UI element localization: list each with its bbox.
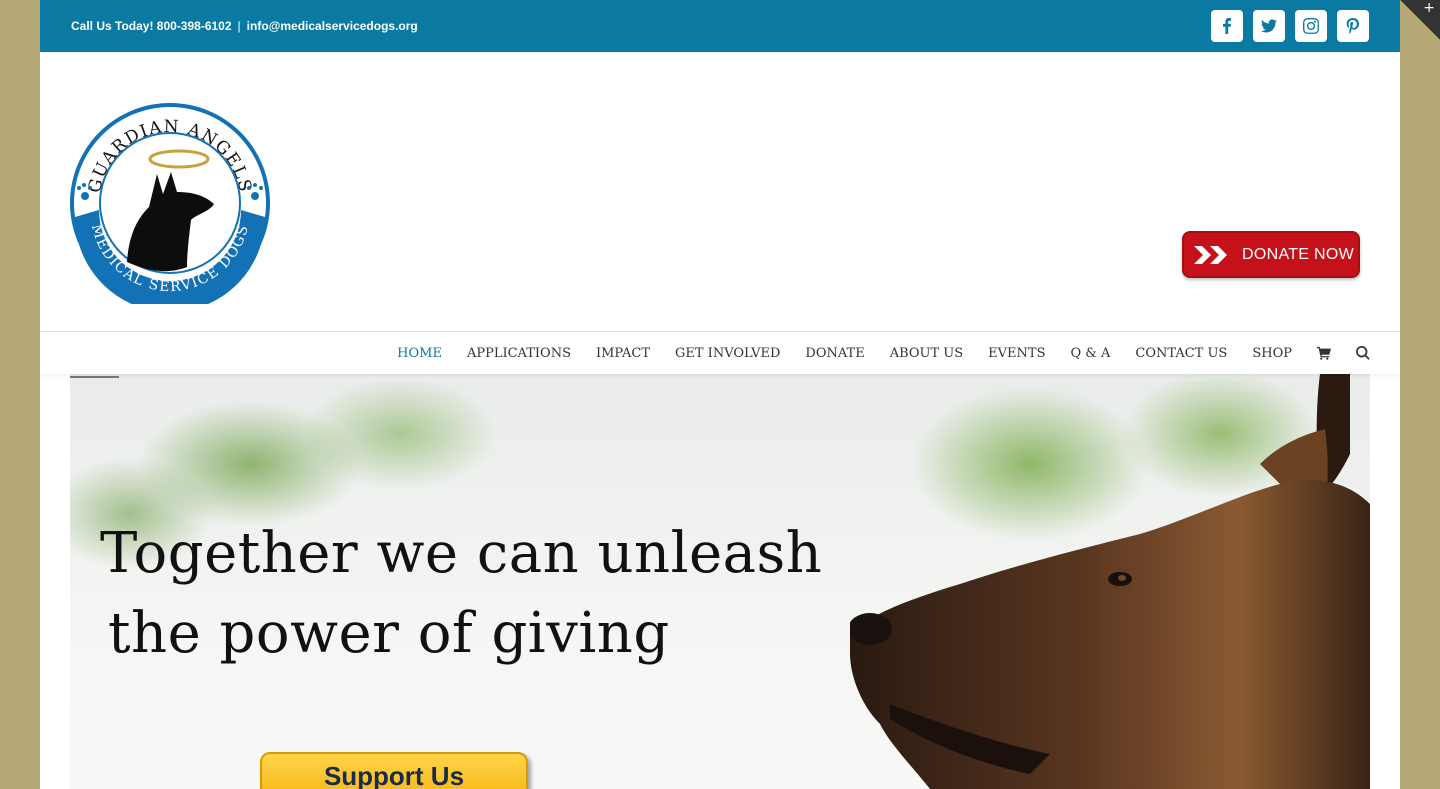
cart-icon [1317,346,1331,360]
instagram-button[interactable] [1295,10,1327,42]
separator: | [237,19,241,33]
plus-icon: + [1423,0,1435,16]
donate-now-label: DONATE NOW [1242,245,1355,263]
nav-item-q-and-a[interactable]: Q & A [1071,346,1111,361]
social-links [1211,10,1369,42]
facebook-button[interactable] [1211,10,1243,42]
nav-item-about-us[interactable]: ABOUT US [890,346,963,361]
hero-headline-line-1: Together we can unleash [100,521,823,586]
search-icon [1356,346,1370,360]
top-bar: Call Us Today! 800-398-6102 | info@medic… [40,0,1400,52]
twitter-icon [1261,19,1277,33]
nav-item-shop[interactable]: SHOP [1252,346,1292,361]
panel-toggle[interactable]: + [1400,0,1440,40]
nav-item-impact[interactable]: IMPACT [596,346,650,361]
hero-headline-line-2: the power of giving [108,601,670,666]
site-header: GUARDIAN ANGELS MEDICAL SERVICE DOGS DON… [40,52,1400,332]
nav-item-home[interactable]: HOME [397,346,442,361]
main-nav: HOME APPLICATIONS IMPACT GET INVOLVED DO… [40,332,1400,374]
search-button[interactable] [1356,346,1370,360]
page: Call Us Today! 800-398-6102 | info@medic… [40,0,1400,789]
hero-banner: Together we can unleash the power of giv… [70,374,1370,789]
nav-item-donate[interactable]: DONATE [805,346,864,361]
guardian-angels-logo[interactable]: GUARDIAN ANGELS MEDICAL SERVICE DOGS [69,102,271,304]
email-link[interactable]: info@medicalservicedogs.org [247,19,418,33]
twitter-button[interactable] [1253,10,1285,42]
nav-item-contact-us[interactable]: CONTACT US [1135,346,1227,361]
donate-now-button[interactable]: DONATE NOW [1182,231,1360,278]
cart-button[interactable] [1317,346,1331,360]
pinterest-icon [1346,18,1359,34]
german-shepherd-image [850,374,1370,789]
nav-item-get-involved[interactable]: GET INVOLVED [675,346,780,361]
nav-item-events[interactable]: EVENTS [988,346,1045,361]
support-us-button[interactable]: Support Us [260,752,528,789]
hero-headline: Together we can unleash the power of giv… [100,514,822,674]
contact-info: Call Us Today! 800-398-6102 | info@medic… [71,19,418,33]
instagram-icon [1303,18,1319,34]
hero-divider [70,376,119,378]
nav-item-applications[interactable]: APPLICATIONS [467,346,571,361]
phone-text: Call Us Today! 800-398-6102 [71,19,232,33]
pinterest-button[interactable] [1337,10,1369,42]
double-chevron-right-icon [1194,245,1227,264]
facebook-icon [1223,18,1231,34]
